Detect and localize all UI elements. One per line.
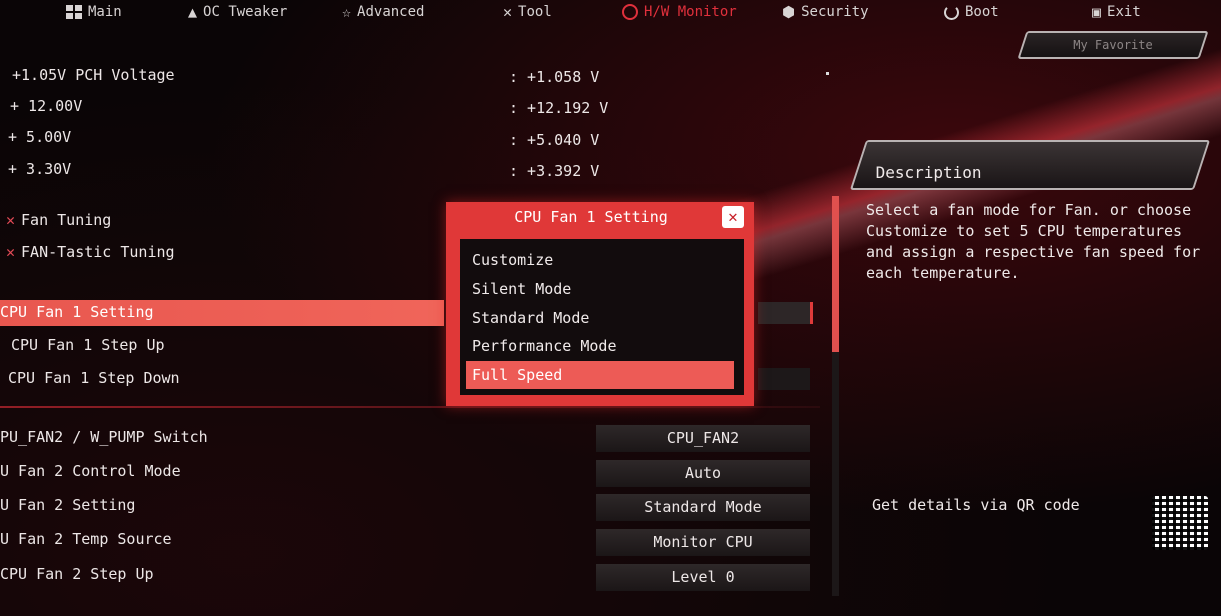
cpu-fan1-setting-row[interactable]: CPU Fan 1 Setting (0, 300, 444, 326)
qr-code-icon (1152, 496, 1208, 550)
fan2-temp-source-label: U Fan 2 Temp Source (0, 530, 172, 548)
fan2-setting-label: U Fan 2 Setting (0, 496, 136, 514)
scrollbar-thumb[interactable] (832, 196, 839, 352)
tools-icon: ✕ (6, 211, 16, 229)
qr-label: Get details via QR code (872, 496, 1080, 514)
fan2-step-up-value[interactable]: Level 0 (596, 564, 810, 591)
voltage-label: + 3.30V (8, 160, 72, 178)
cpu-fan1-step-up-row[interactable]: CPU Fan 1 Step Up (11, 336, 165, 354)
option-full-speed[interactable]: Full Speed (466, 361, 734, 389)
nav-main-label: Main (88, 4, 122, 20)
fan-tastic-tuning-label: FAN-Tastic Tuning (21, 243, 175, 261)
voltage-value: : +5.040 V (509, 131, 600, 149)
option-performance-mode[interactable]: Performance Mode (472, 337, 617, 355)
grid-icon (66, 5, 82, 19)
scrollbar[interactable] (832, 196, 839, 596)
nav-security-label: Security (801, 4, 869, 20)
fan2-pump-switch-value[interactable]: CPU_FAN2 (596, 425, 810, 452)
nav-tool[interactable]: ✕ Tool (503, 1, 552, 23)
cpu-fan1-step-down-value[interactable] (758, 368, 810, 390)
nav-security[interactable]: ⬢ Security (782, 1, 869, 23)
voltage-value: : +1.058 V (509, 68, 600, 86)
fan-tastic-tuning-item[interactable]: ✕ FAN-Tastic Tuning (6, 243, 175, 261)
cpu-fan1-setting-label: CPU Fan 1 Setting (0, 303, 154, 321)
voltage-value: : +3.392 V (509, 162, 600, 180)
rocket-icon: ▲ (188, 3, 198, 21)
tools-icon: ✕ (6, 243, 16, 261)
description-text: Select a fan mode for Fan. or choose Cus… (866, 201, 1201, 282)
fan2-step-up-label: CPU Fan 2 Step Up (0, 565, 154, 583)
voltage-label: +1.05V PCH Voltage (12, 66, 175, 84)
fan2-control-mode-label: U Fan 2 Control Mode (0, 462, 181, 480)
exit-icon: ▣ (1092, 3, 1102, 21)
nav-exit-label: Exit (1107, 4, 1141, 20)
popup-title: CPU Fan 1 Setting (514, 208, 668, 226)
section-divider (0, 406, 820, 408)
wrench-icon: ✕ (503, 3, 513, 21)
fan2-control-mode-value[interactable]: Auto (596, 460, 810, 487)
cpu-fan1-setting-value[interactable] (758, 302, 813, 324)
description-title: Description (875, 163, 982, 182)
voltage-label: + 12.00V (10, 97, 83, 115)
nav-advanced[interactable]: ☆ Advanced (342, 1, 424, 23)
fan-tuning-item[interactable]: ✕ Fan Tuning (6, 211, 111, 229)
option-standard-mode[interactable]: Standard Mode (472, 309, 589, 327)
fan2-pump-switch-label: PU_FAN2 / W_PUMP Switch (0, 428, 208, 446)
top-nav: Main ▲ OC Tweaker ☆ Advanced ✕ Tool H/W … (0, 0, 1221, 26)
nav-oc-tweaker[interactable]: ▲ OC Tweaker (188, 1, 287, 23)
nav-oc-tweaker-label: OC Tweaker (203, 4, 288, 20)
shield-icon: ⬢ (782, 3, 796, 21)
nav-boot-label: Boot (965, 4, 999, 20)
nav-advanced-label: Advanced (357, 4, 425, 20)
voltage-label: + 5.00V (8, 128, 72, 146)
power-icon (944, 4, 959, 20)
option-customize[interactable]: Customize (472, 251, 553, 269)
my-favorite-button[interactable]: My Favorite (1017, 31, 1209, 59)
popup-options-list: Customize Silent Mode Standard Mode Perf… (459, 238, 745, 396)
voltage-value: : +12.192 V (509, 99, 609, 117)
fan2-setting-value[interactable]: Standard Mode (596, 494, 810, 521)
description-header: Description (849, 140, 1211, 190)
fan-tuning-label: Fan Tuning (21, 211, 112, 229)
divider-dot (826, 72, 829, 75)
monitor-icon (622, 4, 638, 20)
nav-exit[interactable]: ▣ Exit (1092, 1, 1141, 23)
nav-hw-monitor[interactable]: H/W Monitor (622, 1, 737, 23)
nav-tool-label: Tool (518, 4, 552, 20)
fan2-temp-source-value[interactable]: Monitor CPU (596, 529, 810, 556)
nav-hw-monitor-label: H/W Monitor (644, 4, 737, 20)
nav-boot[interactable]: Boot (944, 1, 999, 23)
star-icon: ☆ (342, 3, 352, 21)
nav-main[interactable]: Main (66, 1, 122, 23)
option-silent-mode[interactable]: Silent Mode (472, 280, 571, 298)
cpu-fan1-step-down-row[interactable]: CPU Fan 1 Step Down (8, 369, 180, 387)
my-favorite-label: My Favorite (1073, 38, 1153, 52)
close-icon[interactable]: ✕ (722, 206, 744, 228)
